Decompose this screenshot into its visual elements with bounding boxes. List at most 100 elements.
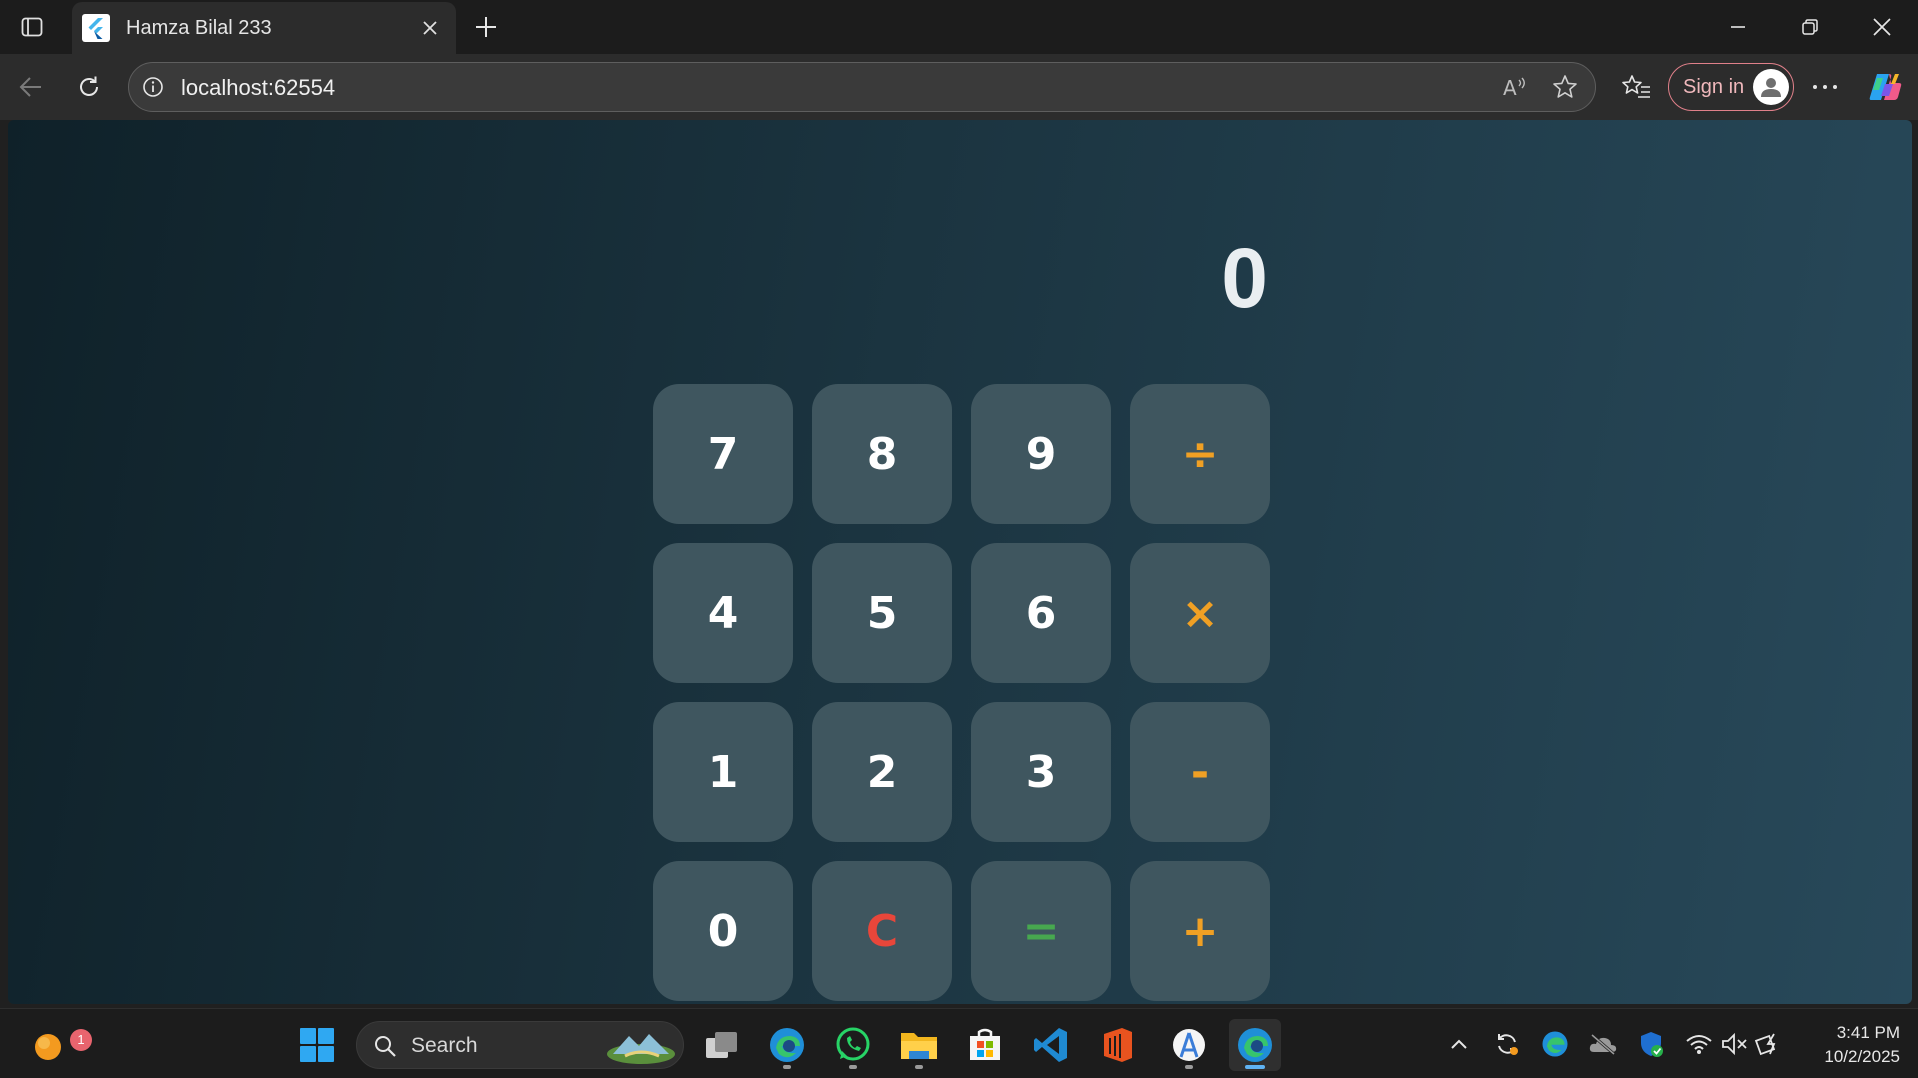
taskbar-edge[interactable]	[761, 1019, 813, 1071]
svg-text:A: A	[1503, 76, 1517, 100]
close-icon	[423, 21, 437, 35]
key-2[interactable]: 2	[812, 702, 952, 842]
taskbar-office-app[interactable]	[1091, 1019, 1143, 1071]
restore-button[interactable]	[1774, 0, 1846, 54]
office-app-icon	[1104, 1028, 1132, 1062]
taskbar-file-explorer[interactable]	[893, 1019, 945, 1071]
task-view-button[interactable]	[696, 1019, 748, 1071]
key-multiply[interactable]: ×	[1130, 543, 1270, 683]
key-3[interactable]: 3	[971, 702, 1111, 842]
browser-toolbar: localhost:62554 A Sign in	[0, 54, 1918, 120]
calculator-keypad: 7 8 9 ÷ 4 5 6 × 1 2 3 - 0 C = +	[653, 384, 1270, 1001]
wifi-tray-button[interactable]	[1684, 1029, 1714, 1059]
refresh-button[interactable]	[66, 64, 112, 110]
sign-in-button[interactable]: Sign in	[1668, 63, 1794, 111]
taskbar-microsoft-store[interactable]	[959, 1019, 1011, 1071]
security-tray-button[interactable]	[1636, 1029, 1666, 1059]
running-indicator	[783, 1065, 791, 1069]
tab-title: Hamza Bilal 233	[126, 16, 272, 39]
search-label: Search	[411, 1034, 478, 1057]
folder-icon	[901, 1033, 937, 1059]
android-studio-icon	[1173, 1029, 1205, 1061]
running-indicator	[849, 1065, 857, 1069]
sign-in-label: Sign in	[1683, 75, 1745, 98]
tab-close-button[interactable]	[412, 10, 448, 46]
show-hidden-icons-button[interactable]	[1444, 1029, 1474, 1059]
copilot-icon	[1869, 74, 1902, 100]
profile-avatar-icon	[1753, 69, 1789, 105]
site-info-icon[interactable]	[141, 75, 165, 99]
favorites-button[interactable]	[1614, 64, 1660, 110]
browser-title-bar: Hamza Bilal 233	[0, 0, 1918, 54]
calculator-app: 0 7 8 9 ÷ 4 5 6 × 1 2 3 - 0 C = +	[8, 120, 1912, 1004]
chevron-up-icon	[1451, 1039, 1467, 1049]
key-4[interactable]: 4	[653, 543, 793, 683]
search-icon	[375, 1036, 396, 1057]
key-0[interactable]: 0	[653, 861, 793, 1001]
taskbar-whatsapp[interactable]	[827, 1019, 879, 1071]
key-clear[interactable]: C	[812, 861, 952, 1001]
key-7[interactable]: 7	[653, 384, 793, 524]
calculator-display: 0	[1221, 231, 1268, 325]
key-divide[interactable]: ÷	[1130, 384, 1270, 524]
running-indicator	[1245, 1065, 1265, 1069]
search-highlight-landscape-icon	[607, 1034, 675, 1064]
favorite-star-icon[interactable]	[1547, 69, 1583, 105]
windows-logo-icon	[300, 1028, 334, 1062]
read-aloud-icon[interactable]: A	[1497, 69, 1533, 105]
taskbar-search[interactable]: Search	[356, 1021, 684, 1069]
whatsapp-icon	[836, 1027, 870, 1061]
favorites-list-icon	[1622, 75, 1650, 98]
speaker-muted-icon	[1722, 1032, 1747, 1056]
battery-tray-button[interactable]	[1754, 1029, 1784, 1059]
key-9[interactable]: 9	[971, 384, 1111, 524]
copilot-button[interactable]	[1862, 64, 1908, 110]
start-button[interactable]	[291, 1019, 343, 1071]
wifi-icon	[1686, 1035, 1712, 1054]
key-8[interactable]: 8	[812, 384, 952, 524]
volume-tray-button[interactable]	[1719, 1029, 1749, 1059]
key-equals[interactable]: =	[971, 861, 1111, 1001]
notification-badge: 1	[70, 1029, 92, 1051]
battery-charging-icon	[1754, 1033, 1776, 1056]
edge-icon	[770, 1028, 804, 1062]
taskbar-vscode[interactable]	[1025, 1019, 1077, 1071]
taskbar-android-studio[interactable]	[1163, 1019, 1215, 1071]
more-dots-icon	[1813, 85, 1837, 89]
minimize-button[interactable]	[1702, 0, 1774, 54]
new-tab-button[interactable]	[466, 8, 506, 46]
task-view-icon	[706, 1032, 737, 1058]
vscode-icon	[1034, 1028, 1067, 1062]
clock-time: 3:41 PM	[1836, 1023, 1900, 1042]
shield-icon	[1641, 1032, 1663, 1057]
settings-more-button[interactable]	[1802, 64, 1848, 110]
taskbar-clock[interactable]: 3:41 PM 10/2/2025	[1800, 1021, 1900, 1069]
flutter-favicon-icon	[82, 14, 110, 42]
sync-icon	[1498, 1034, 1518, 1055]
weather-widget-icon	[35, 1034, 61, 1060]
widgets-button[interactable]: 1	[22, 1017, 92, 1069]
key-subtract[interactable]: -	[1130, 702, 1270, 842]
tab-actions-icon	[21, 17, 43, 37]
onedrive-tray-button[interactable]	[1588, 1029, 1618, 1059]
key-6[interactable]: 6	[971, 543, 1111, 683]
active-tab[interactable]: Hamza Bilal 233	[72, 2, 456, 54]
minimize-icon	[1731, 26, 1745, 28]
store-icon	[970, 1028, 1000, 1060]
back-arrow-icon	[19, 77, 41, 97]
onedrive-offline-icon	[1589, 1033, 1617, 1055]
key-1[interactable]: 1	[653, 702, 793, 842]
close-window-button[interactable]	[1846, 0, 1918, 54]
key-5[interactable]: 5	[812, 543, 952, 683]
close-icon	[1873, 18, 1891, 36]
tab-actions-button[interactable]	[12, 10, 52, 44]
back-button[interactable]	[8, 64, 54, 110]
key-add[interactable]: +	[1130, 861, 1270, 1001]
sync-tray-button[interactable]	[1492, 1029, 1522, 1059]
edge-tray-button[interactable]	[1540, 1029, 1570, 1059]
taskbar-edge-active[interactable]	[1229, 1019, 1281, 1071]
address-bar[interactable]: localhost:62554 A	[128, 62, 1596, 112]
running-indicator	[915, 1065, 923, 1069]
url-text: localhost:62554	[181, 75, 336, 100]
running-indicator	[1185, 1065, 1193, 1069]
